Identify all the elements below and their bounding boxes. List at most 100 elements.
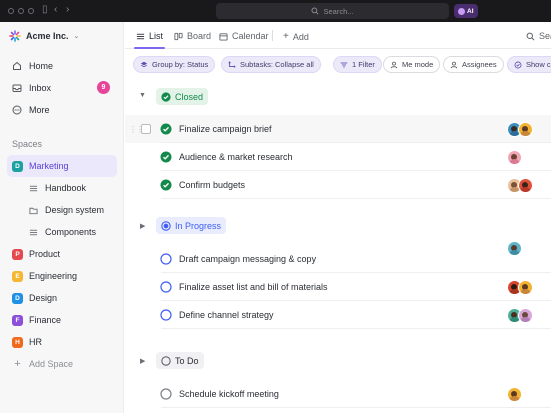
tab-add[interactable]: + Add — [283, 31, 309, 42]
subtasks-chip[interactable]: Subtasks: Collapse all — [221, 56, 321, 73]
space-avatar: F — [12, 314, 23, 326]
space-item-engineering[interactable]: E Engineering — [7, 265, 117, 287]
ai-button[interactable]: AI — [454, 4, 478, 18]
back-arrow-icon[interactable]: ‹ — [54, 4, 57, 15]
open-circle-icon[interactable] — [160, 309, 172, 321]
task-name[interactable]: Confirm budgets — [179, 180, 245, 190]
show-closed-chip[interactable]: Show c — [507, 56, 551, 73]
task-name[interactable]: Schedule kickoff meeting — [179, 389, 279, 399]
assignee-avatars[interactable] — [507, 241, 522, 256]
avatar — [507, 241, 522, 256]
task-row[interactable]: Audience & market research — [125, 143, 551, 171]
group-by-chip[interactable]: Group by: Status — [133, 56, 216, 73]
window-minimize-dot[interactable] — [18, 8, 24, 14]
sidebar-toggle-icon[interactable]: ▯ — [42, 4, 48, 15]
view-search[interactable]: Sea — [526, 31, 551, 41]
row-divider — [161, 198, 551, 199]
task-name[interactable]: Finalize campaign brief — [179, 124, 272, 134]
task-row[interactable]: Define channel strategy — [125, 301, 551, 329]
assignee-avatars[interactable] — [507, 279, 533, 295]
tab-label: List — [149, 31, 164, 41]
check-circle-icon[interactable] — [160, 123, 172, 135]
plus-icon: + — [283, 31, 289, 42]
assignee-avatars[interactable] — [507, 121, 533, 137]
assignee-avatars[interactable] — [507, 149, 522, 165]
avatar — [507, 386, 522, 402]
space-child-components[interactable]: Components — [7, 221, 117, 243]
task-name[interactable]: Audience & market research — [179, 152, 293, 162]
list-view-icon — [136, 33, 145, 39]
task-row[interactable]: ⋮⋮ Finalize campaign brief — [125, 115, 551, 143]
assignee-avatars[interactable] — [507, 386, 522, 402]
open-circle-icon[interactable] — [160, 253, 172, 265]
open-circle-icon[interactable] — [160, 281, 172, 293]
task-row[interactable]: Schedule kickoff meeting — [125, 380, 551, 408]
status-pill-to-do[interactable]: To Do — [156, 352, 204, 369]
tab-list[interactable]: List — [136, 31, 163, 41]
space-child-label: Design system — [45, 205, 105, 215]
open-circle-icon[interactable] — [160, 388, 172, 400]
task-name[interactable]: Finalize asset list and bill of material… — [179, 282, 328, 292]
filter-chip[interactable]: 1 Filter — [333, 56, 382, 73]
task-row[interactable]: Confirm budgets — [125, 171, 551, 199]
sidebar-item-home[interactable]: Home — [8, 55, 116, 77]
ai-icon — [458, 7, 465, 15]
board-icon — [174, 32, 183, 40]
task-row[interactable]: Finalize asset list and bill of material… — [125, 273, 551, 301]
workspace-switcher[interactable]: Acme Inc. ⌄ — [9, 30, 79, 42]
calendar-icon — [219, 32, 228, 41]
me-mode-chip[interactable]: Me mode — [383, 56, 441, 73]
task-name[interactable]: Define channel strategy — [179, 310, 274, 320]
group-expand-icon[interactable]: ▶ — [140, 357, 145, 365]
avatar — [518, 177, 533, 193]
space-item-finance[interactable]: F Finance — [7, 309, 117, 331]
check-circle-icon[interactable] — [160, 179, 172, 191]
space-label: Engineering — [29, 271, 78, 281]
task-name[interactable]: Draft campaign messaging & copy — [179, 254, 316, 264]
space-avatar: E — [12, 270, 23, 282]
space-child-design-system[interactable]: Design system — [7, 199, 117, 221]
row-checkbox[interactable] — [141, 124, 151, 134]
inbox-icon — [12, 84, 22, 92]
space-item-design[interactable]: D Design — [7, 287, 117, 309]
space-label: Marketing — [29, 161, 69, 171]
tab-label: Add — [292, 31, 309, 42]
check-circle-icon[interactable] — [160, 151, 172, 163]
group-collapse-icon[interactable]: ▼ — [139, 92, 146, 99]
row-divider — [161, 407, 551, 408]
window-zoom-dot[interactable] — [28, 8, 34, 14]
chip-label: 1 Filter — [352, 60, 375, 69]
space-item-marketing[interactable]: D Marketing — [7, 155, 117, 177]
title-bar: ▯ ‹ › Search... AI — [0, 0, 551, 22]
chip-label: Subtasks: Collapse all — [240, 60, 314, 69]
sidebar-item-more[interactable]: More — [8, 99, 116, 121]
user-icon — [390, 61, 398, 68]
task-row[interactable]: Draft campaign messaging & copy — [125, 241, 551, 273]
space-label: HR — [29, 337, 42, 347]
search-placeholder: Search... — [323, 6, 354, 16]
global-search-input[interactable]: Search... — [216, 3, 449, 19]
add-space-button[interactable]: + Add Space — [7, 353, 117, 375]
assignees-chip[interactable]: Assignees — [443, 56, 504, 73]
sidebar: Acme Inc. ⌄ Home Inbox 9 More Spaces D M… — [0, 22, 124, 413]
avatar — [518, 121, 533, 137]
assignee-avatars[interactable] — [507, 177, 533, 193]
chip-label: Show c — [526, 60, 551, 69]
assignee-avatars[interactable] — [507, 307, 533, 323]
tab-calendar[interactable]: Calendar — [219, 31, 269, 41]
sidebar-item-label: More — [29, 105, 50, 115]
status-pill-in-progress[interactable]: In Progress — [156, 217, 227, 234]
tab-board[interactable]: Board — [174, 31, 211, 41]
status-pill-closed[interactable]: Closed — [156, 88, 209, 105]
ai-label: AI — [467, 7, 474, 15]
forward-arrow-icon[interactable]: › — [66, 4, 69, 15]
sidebar-item-inbox[interactable]: Inbox 9 — [8, 77, 116, 99]
group-expand-icon[interactable]: ▶ — [140, 222, 145, 230]
window-close-dot[interactable] — [8, 8, 14, 14]
workspace-name: Acme Inc. — [26, 31, 69, 41]
space-item-product[interactable]: P Product — [7, 243, 117, 265]
avatar — [518, 307, 533, 323]
space-item-hr[interactable]: H HR — [7, 331, 117, 353]
space-child-handbook[interactable]: Handbook — [7, 177, 117, 199]
space-avatar: D — [12, 160, 23, 172]
